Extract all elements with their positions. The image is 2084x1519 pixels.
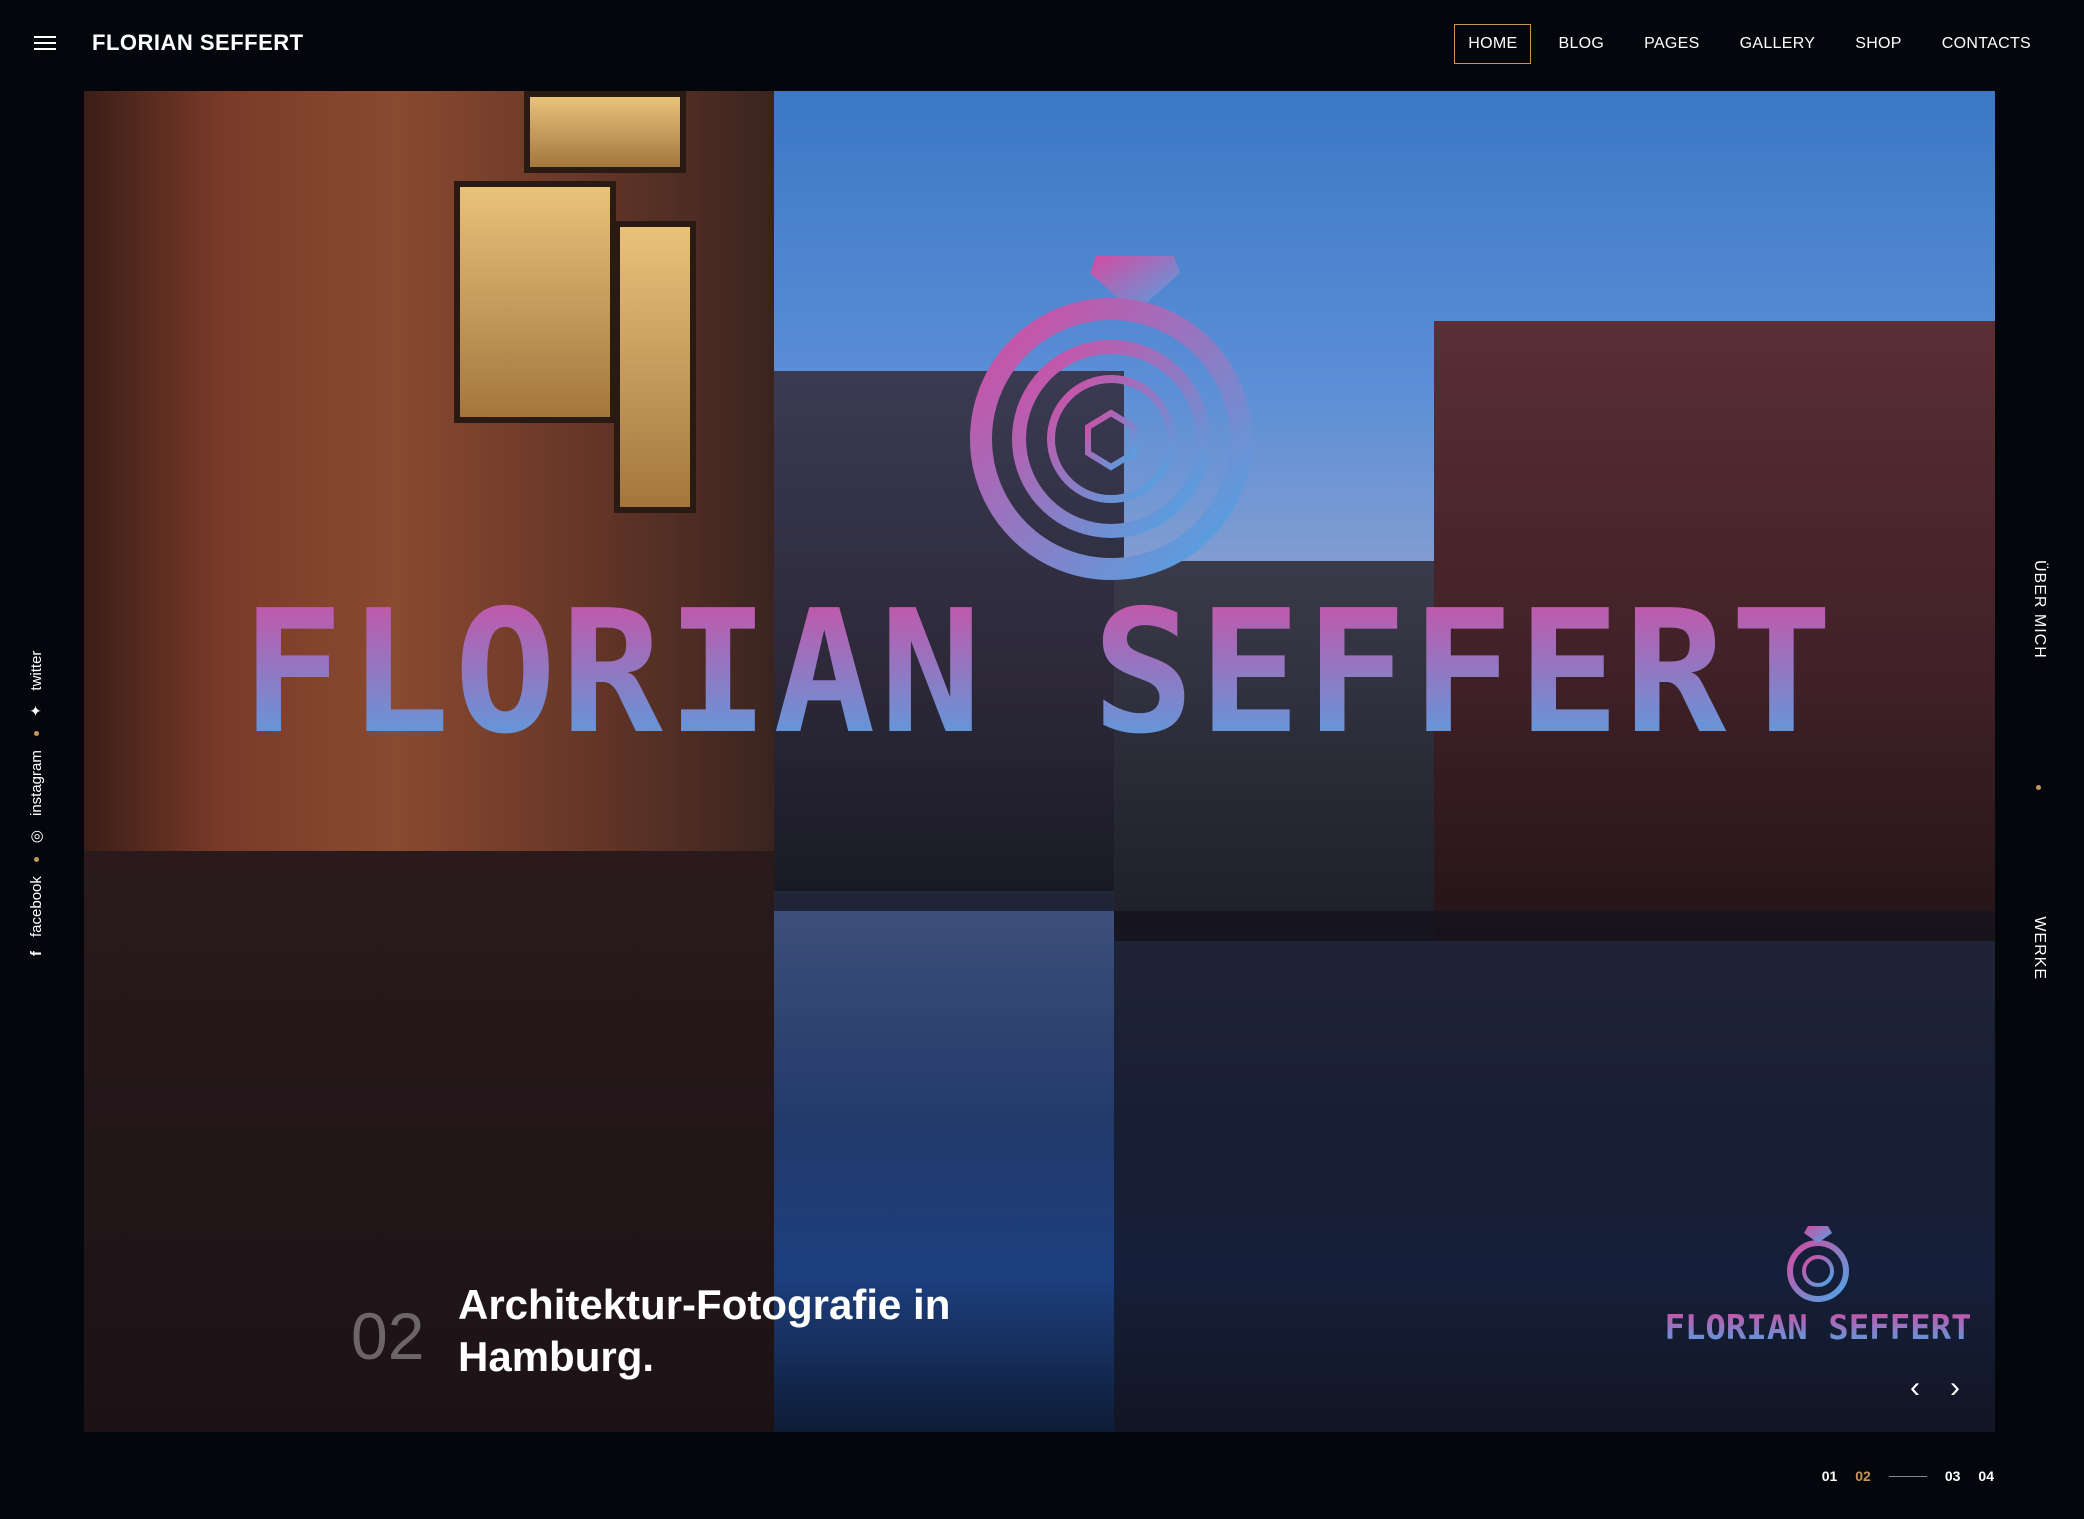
- pager-item[interactable]: 03: [1945, 1468, 1961, 1484]
- slide-pager: 01 02 03 04: [1822, 1468, 1994, 1484]
- nav-blog[interactable]: BLOG: [1545, 25, 1617, 63]
- nav-home[interactable]: HOME: [1454, 24, 1532, 64]
- divider-dot: [2036, 785, 2042, 791]
- nav-contacts[interactable]: CONTACTS: [1929, 25, 2044, 63]
- facebook-icon[interactable]: f: [28, 951, 45, 956]
- chevron-left-icon[interactable]: ‹: [1904, 1371, 1926, 1404]
- hero-logo: FLORIAN SEFFERT FLORIAN SEFFERT: [241, 256, 1972, 1348]
- social-facebook[interactable]: facebook: [28, 876, 45, 937]
- slide-number: 02: [351, 1299, 425, 1373]
- twitter-icon[interactable]: ✦: [27, 705, 45, 718]
- slide-title: Architektur-Fotografie in Hamburg.: [458, 1281, 951, 1380]
- watermark-text: FLORIAN SEFFERT: [1664, 1308, 1971, 1348]
- hamburger-icon[interactable]: [34, 36, 56, 52]
- pager-item[interactable]: 04: [1978, 1468, 1994, 1484]
- watermark-logo: FLORIAN SEFFERT: [1664, 1226, 1972, 1348]
- side-link-werke[interactable]: WERKE: [2030, 916, 2048, 980]
- main-nav: HOME BLOG PAGES GALLERY SHOP CONTACTS: [1440, 24, 2044, 64]
- nav-gallery[interactable]: GALLERY: [1727, 25, 1829, 63]
- instagram-icon[interactable]: ◎: [27, 830, 45, 843]
- social-twitter[interactable]: twitter: [28, 651, 45, 691]
- pager-item-active[interactable]: 02: [1855, 1468, 1871, 1484]
- hero-logo-text: FLORIAN SEFFERT: [241, 574, 1836, 772]
- nav-pages[interactable]: PAGES: [1631, 25, 1712, 63]
- pager-item[interactable]: 01: [1822, 1468, 1838, 1484]
- side-link-ueber-mich[interactable]: ÜBER MICH: [2030, 560, 2048, 659]
- social-instagram[interactable]: instagram: [28, 750, 45, 816]
- chevron-right-icon[interactable]: ›: [1944, 1371, 1966, 1404]
- nav-shop[interactable]: SHOP: [1842, 25, 1915, 63]
- side-nav-right: ÜBER MICH WERKE: [2024, 560, 2054, 980]
- pager-divider: [1888, 1475, 1927, 1477]
- divider-dot: [33, 731, 39, 737]
- hero-slider: FLORIAN SEFFERT FLORIAN SEFFERT 02 Archi…: [84, 91, 1995, 1432]
- divider-dot: [33, 857, 39, 863]
- site-brand[interactable]: FLORIAN SEFFERT: [92, 30, 304, 56]
- slider-arrows: ‹ ›: [1904, 1371, 1966, 1404]
- social-links: f facebook ◎ instagram ✦ twitter: [22, 596, 50, 956]
- camera-aperture-icon: [970, 298, 1252, 580]
